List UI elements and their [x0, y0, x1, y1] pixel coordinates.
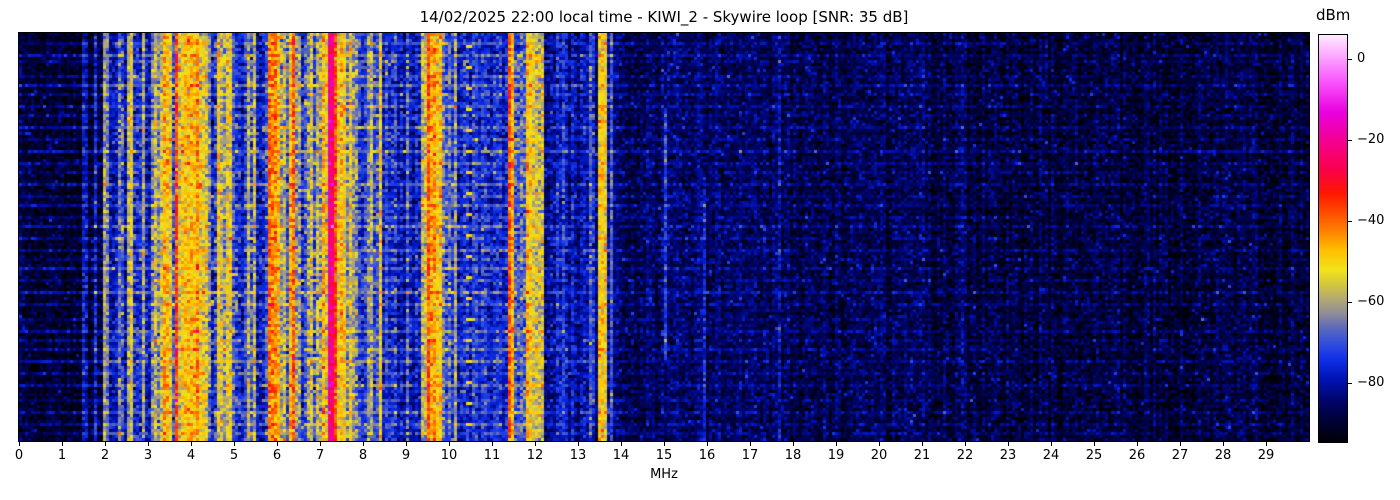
x-tick-mark: [191, 442, 192, 446]
x-tick-mark: [406, 442, 407, 446]
colorbar-tick-mark: [1348, 221, 1352, 223]
x-tick-mark: [578, 442, 579, 446]
colorbar-tick-label: 0: [1357, 51, 1366, 67]
colorbar-tick-label: −20: [1357, 132, 1385, 148]
colorbar-label: dBm: [1316, 6, 1351, 24]
x-tick-label: 29: [1257, 448, 1275, 463]
colorbar-tick-label: −60: [1357, 294, 1385, 310]
x-tick-label: 11: [483, 448, 501, 463]
x-tick-label: 22: [956, 448, 974, 463]
colorbar-tick-label: −80: [1357, 375, 1385, 391]
x-tick-mark: [793, 442, 794, 446]
x-tick-label: 4: [186, 448, 196, 463]
x-tick-mark: [148, 442, 149, 446]
spectrogram-canvas: [18, 32, 1310, 442]
x-tick-label: 1: [57, 448, 67, 463]
x-tick-label: 18: [784, 448, 802, 463]
x-tick-label: 25: [1085, 448, 1103, 463]
x-tick-mark: [105, 442, 106, 446]
x-tick-label: 0: [14, 448, 24, 463]
x-tick-label: 17: [741, 448, 759, 463]
colorbar-tick-mark: [1348, 383, 1352, 385]
x-tick-label: 10: [440, 448, 458, 463]
x-tick-mark: [1094, 442, 1095, 446]
colorbar-canvas: [1318, 34, 1348, 443]
x-tick-label: 27: [1171, 448, 1189, 463]
x-tick-mark: [535, 442, 536, 446]
x-tick-label: 7: [315, 448, 325, 463]
x-tick-label: 3: [143, 448, 153, 463]
x-tick-label: 13: [569, 448, 587, 463]
x-tick-label: 16: [698, 448, 716, 463]
x-tick-mark: [1051, 442, 1052, 446]
x-tick-label: 15: [655, 448, 673, 463]
x-tick-mark: [879, 442, 880, 446]
x-tick-label: 6: [272, 448, 282, 463]
chart-title: 14/02/2025 22:00 local time - KIWI_2 - S…: [419, 8, 909, 26]
x-tick-label: 19: [827, 448, 845, 463]
x-tick-label: 12: [526, 448, 544, 463]
x-tick-mark: [62, 442, 63, 446]
x-tick-mark: [19, 442, 20, 446]
x-tick-mark: [1137, 442, 1138, 446]
x-tick-label: 28: [1214, 448, 1232, 463]
spectrogram-figure: 14/02/2025 22:00 local time - KIWI_2 - S…: [0, 0, 1400, 500]
x-tick-mark: [1223, 442, 1224, 446]
x-tick-mark: [1266, 442, 1267, 446]
colorbar-tick-mark: [1348, 59, 1352, 61]
x-tick-mark: [449, 442, 450, 446]
colorbar-tick-mark: [1348, 140, 1352, 142]
x-tick-mark: [621, 442, 622, 446]
x-tick-label: 9: [401, 448, 411, 463]
x-tick-mark: [1008, 442, 1009, 446]
x-tick-mark: [836, 442, 837, 446]
x-tick-mark: [234, 442, 235, 446]
x-tick-label: 8: [358, 448, 368, 463]
colorbar-tick-mark: [1348, 302, 1352, 304]
x-tick-mark: [922, 442, 923, 446]
x-tick-mark: [664, 442, 665, 446]
x-tick-mark: [707, 442, 708, 446]
x-tick-label: 5: [229, 448, 239, 463]
x-tick-label: 24: [1042, 448, 1060, 463]
x-tick-mark: [965, 442, 966, 446]
x-tick-label: 14: [612, 448, 630, 463]
x-tick-mark: [492, 442, 493, 446]
x-tick-mark: [363, 442, 364, 446]
colorbar-tick-label: −40: [1357, 213, 1385, 229]
x-tick-label: 2: [100, 448, 110, 463]
x-tick-label: 23: [999, 448, 1017, 463]
x-tick-label: 20: [870, 448, 888, 463]
x-tick-label: 26: [1128, 448, 1146, 463]
x-axis-label: MHz: [650, 467, 678, 482]
x-tick-mark: [1180, 442, 1181, 446]
x-tick-mark: [320, 442, 321, 446]
x-tick-mark: [277, 442, 278, 446]
x-tick-mark: [750, 442, 751, 446]
x-tick-label: 21: [913, 448, 931, 463]
